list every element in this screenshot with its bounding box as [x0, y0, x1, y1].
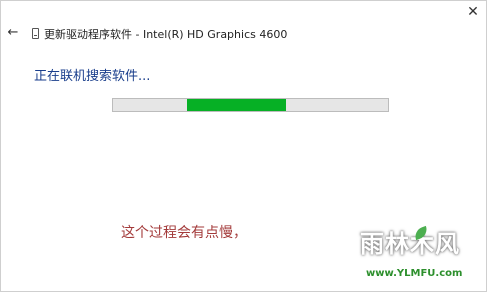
- progress-bar: [112, 98, 389, 112]
- watermark-logo: 雨林木风 www.YLMFU.com: [352, 222, 487, 292]
- watermark-brand: 雨林木风: [360, 230, 460, 258]
- window-title: 更新驱动程序软件 - Intel(R) HD Graphics 4600: [44, 28, 288, 41]
- annotation-caption: 这个过程会有点慢，: [121, 225, 247, 241]
- title-bar: ← 更新驱动程序软件 - Intel(R) HD Graphics 4600 ✕: [1, 1, 486, 45]
- watermark-url: www.YLMFU.com: [366, 268, 463, 279]
- close-icon[interactable]: ✕: [461, 2, 485, 24]
- device-icon: [32, 28, 39, 39]
- status-text: 正在联机搜索软件...: [34, 69, 151, 84]
- progress-indicator: [187, 99, 287, 111]
- back-arrow-icon[interactable]: ←: [5, 25, 21, 41]
